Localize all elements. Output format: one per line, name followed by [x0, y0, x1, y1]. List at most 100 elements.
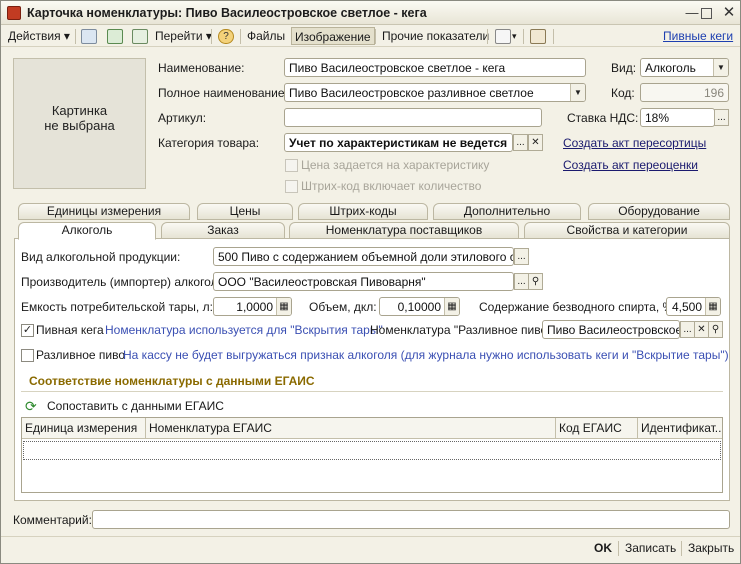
column-header-identifier[interactable]: Идентификат... [638, 418, 722, 439]
open-producer-icon[interactable]: ⚲ [528, 273, 543, 290]
actions-menu[interactable]: Действия ▾ [8, 27, 70, 45]
comment-label: Комментарий: [13, 513, 92, 527]
picture-placeholder-line2: не выбрана [44, 118, 115, 133]
column-header-unit[interactable]: Единица измерения [22, 418, 146, 439]
refresh-icon[interactable] [107, 29, 123, 44]
chevron-down-icon[interactable]: ▼ [713, 59, 728, 76]
beer-kegs-link[interactable]: Пивные кеги [663, 27, 733, 45]
producer-field[interactable]: ООО "Василеостровская Пивоварня" [213, 272, 514, 291]
egais-section-title: Соответствие номенклатуры с данными ЕГАИ… [29, 374, 315, 388]
capacity-field[interactable]: 1,0000 ▦ [213, 297, 292, 316]
draft-beer-note: На кассу не будет выгружаться признак ал… [123, 348, 729, 362]
tab-properties[interactable]: Свойства и категории [524, 222, 730, 239]
draft-item-label: Номенклатура "Разливное пиво": [370, 323, 555, 337]
toolbar-separator [523, 29, 524, 44]
kind-value: Алкоголь [645, 61, 696, 75]
select-icon[interactable] [81, 29, 97, 44]
report-dropdown-icon[interactable]: ▾ [512, 27, 517, 45]
tab-supplier-items[interactable]: Номенклатура поставщиков [289, 222, 519, 239]
tab-alcohol[interactable]: Алкоголь [18, 222, 156, 240]
copy-icon[interactable] [132, 29, 148, 44]
window-title: Карточка номенклатуры: Пиво Василеостров… [27, 6, 427, 20]
column-header-egais-item[interactable]: Номенклатура ЕГАИС [146, 418, 556, 439]
tab-order[interactable]: Заказ [161, 222, 285, 239]
select-draft-item-button[interactable]: ... [680, 321, 695, 338]
category-label: Категория товара: [158, 136, 260, 150]
code-label: Код: [611, 86, 635, 100]
name-field[interactable]: Пиво Василеостровское светлое - кега [284, 58, 586, 77]
barcode-includes-qty-label: Штрих-код включает количество [301, 179, 482, 193]
document-icon[interactable] [530, 29, 546, 44]
select-vat-button[interactable]: ... [714, 109, 729, 126]
tab-units[interactable]: Единицы измерения [18, 203, 190, 220]
files-button[interactable]: Файлы [247, 27, 285, 45]
table-row[interactable] [23, 441, 721, 460]
toolbar-separator [553, 29, 554, 44]
price-by-characteristic-checkbox[interactable] [285, 159, 298, 172]
toolbar-separator [75, 29, 76, 44]
comment-field[interactable] [92, 510, 730, 529]
draft-item-field[interactable]: Пиво Василеостровское р [542, 320, 680, 339]
help-icon[interactable]: ? [218, 29, 234, 44]
beer-keg-checkbox[interactable]: ✓ [21, 324, 34, 337]
image-button[interactable]: Изображение [291, 27, 375, 45]
tab-prices[interactable]: Цены [197, 203, 293, 220]
article-field[interactable] [284, 108, 542, 127]
alcohol-kind-label: Вид алкогольной продукции: [21, 250, 181, 264]
ok-button[interactable]: OK [594, 541, 612, 555]
toolbar-separator [240, 29, 241, 44]
app-icon [7, 6, 21, 20]
create-regrading-link[interactable]: Создать акт пересортицы [563, 136, 706, 150]
tab-additional[interactable]: Дополнительно [433, 203, 581, 220]
minimize-icon[interactable]: — [684, 5, 700, 21]
draft-beer-checkbox[interactable] [21, 349, 34, 362]
footer-divider [1, 536, 740, 537]
full-name-value: Пиво Василеостровское разливное светлое [289, 86, 534, 100]
spirit-content-field[interactable]: 4,500 ▦ [666, 297, 721, 316]
calculator-icon[interactable]: ▦ [705, 298, 720, 315]
toolbar-separator [211, 29, 212, 44]
kind-select[interactable]: Алкоголь ▼ [640, 58, 729, 77]
clear-category-icon[interactable]: ✕ [528, 134, 543, 151]
category-field[interactable]: Учет по характеристикам не ведется [284, 133, 513, 152]
volume-field[interactable]: 0,10000 ▦ [379, 297, 460, 316]
full-name-field[interactable]: Пиво Василеостровское разливное светлое ▼ [284, 83, 586, 102]
volume-label: Объем, дкл: [309, 300, 377, 314]
beer-keg-note: Номенклатура используется для "Вскрытия … [105, 323, 383, 337]
beer-keg-label: Пивная кега [36, 323, 104, 337]
open-draft-item-icon[interactable]: ⚲ [708, 321, 723, 338]
alcohol-kind-field[interactable]: 500 Пиво с содержанием объемной доли эти… [213, 247, 514, 266]
calculator-icon[interactable]: ▦ [444, 298, 459, 315]
name-label: Наименование: [158, 61, 245, 75]
save-button[interactable]: Записать [625, 541, 676, 555]
maximize-icon[interactable] [701, 8, 712, 19]
close-icon[interactable]: ✕ [721, 5, 737, 21]
goto-menu[interactable]: Перейти ▾ [155, 27, 212, 45]
select-producer-button[interactable]: ... [514, 273, 529, 290]
section-divider [21, 391, 723, 392]
close-button[interactable]: Закрыть [688, 541, 734, 555]
select-alcohol-kind-button[interactable]: ... [514, 248, 529, 265]
vat-field[interactable]: 18% [640, 108, 715, 127]
footer-separator [681, 541, 682, 556]
item-picture[interactable]: Картинка не выбрана [13, 58, 146, 189]
tab-equipment[interactable]: Оборудование [588, 203, 730, 220]
calculator-icon[interactable]: ▦ [276, 298, 291, 315]
clear-draft-item-icon[interactable]: ✕ [694, 321, 709, 338]
title-bar: Карточка номенклатуры: Пиво Василеостров… [1, 1, 740, 25]
toolbar-separator [375, 29, 376, 44]
barcode-includes-qty-checkbox[interactable] [285, 180, 298, 193]
column-header-egais-code[interactable]: Код ЕГАИС [556, 418, 638, 439]
code-field: 196 [640, 83, 729, 102]
tab-barcodes[interactable]: Штрих-коды [298, 203, 428, 220]
chevron-down-icon[interactable]: ▼ [570, 84, 585, 101]
other-indicators-button[interactable]: Прочие показатели [382, 27, 489, 45]
create-revaluation-link[interactable]: Создать акт переоценки [563, 158, 698, 172]
toolbar-separator [487, 29, 488, 44]
match-egais-button[interactable]: Сопоставить с данными ЕГАИС [47, 399, 224, 413]
select-category-button[interactable]: ... [513, 134, 528, 151]
capacity-label: Емкость потребительской тары, л: [21, 300, 213, 314]
egais-table[interactable]: Единица измерения Номенклатура ЕГАИС Код… [21, 417, 723, 493]
report-icon[interactable] [495, 29, 511, 44]
kind-label: Вид: [611, 61, 637, 75]
